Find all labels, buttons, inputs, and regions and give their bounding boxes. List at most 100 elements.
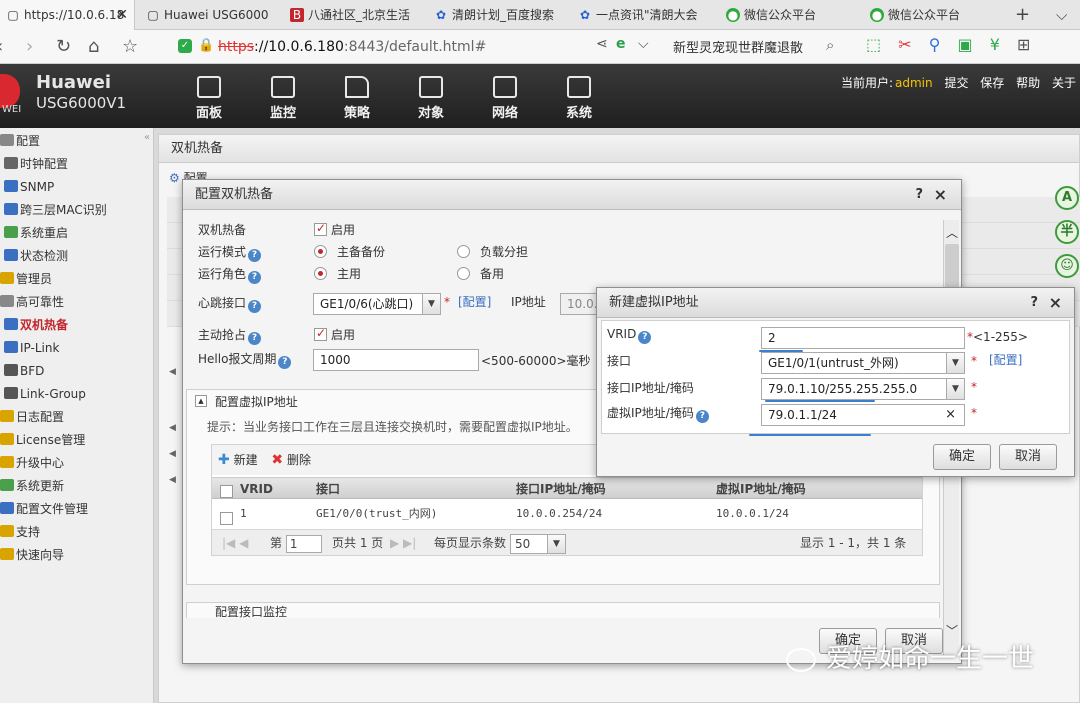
sidebar-item[interactable]: 配置 [0,130,40,152]
ok-button[interactable]: 确定 [933,444,991,470]
half-width-icon[interactable]: 半 [1055,220,1079,244]
game-icon[interactable]: ▣ [958,35,973,54]
sidebar-item[interactable]: License管理 [0,429,85,451]
help-icon[interactable]: ? [278,356,292,369]
money-icon[interactable]: ¥ [990,35,1000,54]
chevron-down-icon[interactable]: ▼ [946,353,964,373]
sidebar-item[interactable]: BFD [4,360,44,382]
hello-period-input[interactable]: 1000 [313,349,479,371]
checkbox[interactable] [220,485,233,498]
collapse-icon[interactable]: « [144,132,150,143]
sidebar-item[interactable]: 高可靠性 [0,291,64,313]
sidebar-item[interactable]: 日志配置 [0,406,64,428]
chevron-down-icon[interactable]: ▼ [946,379,964,399]
sidebar-item[interactable]: 快速向导 [0,544,64,566]
first-page-icon[interactable]: |◀ ◀ [222,530,248,556]
reload-icon[interactable]: ↻ [56,36,71,58]
sidebar-item[interactable]: 系统重启 [4,222,68,244]
help-icon[interactable]: ? [248,332,262,345]
checkbox[interactable] [314,326,327,341]
sidebar-item[interactable]: 系统更新 [0,475,64,497]
help-icon[interactable]: ? [248,271,262,284]
chevron-up-icon[interactable]: ︿ [946,224,958,241]
browser-tab[interactable]: ✿ 清朗计划_百度搜索 [428,0,568,30]
delete-button[interactable]: ✖ 删除 [271,452,311,468]
help-link[interactable]: 帮助 [1016,76,1040,90]
help-button[interactable]: ? [1030,288,1038,318]
heartbeat-config-link[interactable]: [配置] [458,293,491,310]
menu-policy[interactable]: 策略 [334,76,380,121]
submit-link[interactable]: 提交 [944,76,968,90]
close-icon[interactable]: ✕ [116,0,128,30]
sidebar-item[interactable]: SNMP [4,176,54,198]
close-button[interactable]: × [934,180,947,210]
collapse-icon[interactable]: ▲ [195,395,207,407]
browser-tab[interactable]: B 八通社区_北京生活 [284,0,424,30]
sidebar-item[interactable]: 支持 [0,521,40,543]
help-icon[interactable]: ? [695,410,709,423]
extension-icon[interactable]: ⬚ [866,35,881,54]
table-row[interactable]: 1 GE1/0/0(trust_内网) 10.0.0.254/24 10.0.0… [212,501,922,527]
sidebar-item[interactable]: 状态检测 [4,245,68,267]
page-input[interactable]: 1 [285,534,322,553]
apps-grid-icon[interactable]: ⊞ [1017,35,1030,54]
select-all-checkbox[interactable] [220,481,237,501]
insecure-lock-icon[interactable]: 🔒 [198,38,214,53]
heartbeat-select[interactable]: GE1/0/6(心跳口) ▼ [313,293,441,315]
menu-network[interactable]: 网络 [482,76,528,121]
help-button[interactable]: ? [915,180,923,210]
help-icon[interactable]: ? [248,249,262,262]
help-icon[interactable]: ? [638,331,652,344]
sidebar-item[interactable]: IP-Link [4,337,59,359]
column-header[interactable]: 接口IP地址/掩码 [516,478,606,498]
back-icon[interactable]: ‹ [0,36,3,58]
browser-tab[interactable]: ● 微信公众平台 [720,0,860,30]
ie-mode-icon[interactable]: e [616,36,626,52]
sidebar-item[interactable]: Link-Group [4,383,86,405]
radio[interactable] [314,245,327,258]
browser-tab[interactable]: ● 微信公众平台 [864,0,1004,30]
chevron-down-icon[interactable]: ▼ [547,534,565,553]
checkbox[interactable] [220,512,233,525]
vrid-input[interactable]: 2 [761,327,965,349]
column-header[interactable]: 虚拟IP地址/掩码 [716,478,806,498]
forward-icon[interactable]: › [26,36,33,58]
browser-tab[interactable]: ▢ https://10.0.6.18 ✕ [0,0,135,30]
chevron-down-icon[interactable]: ⌵ [638,36,649,52]
interface-select[interactable]: GE1/0/1(untrust_外网) ▼ [761,352,965,374]
sidebar-item[interactable]: 跨三层MAC识别 [4,199,107,221]
role-master-radio[interactable]: 主用 [314,265,361,282]
sidebar-item[interactable]: 时钟配置 [4,153,68,175]
mode-load-share-radio[interactable]: 负载分担 [457,243,528,260]
search-input[interactable]: 新型灵宠现世群魔退散 [673,37,803,56]
column-header[interactable]: 接口 [316,478,340,498]
menu-dashboard[interactable]: 面板 [186,76,232,121]
ip-field[interactable]: 10.0.1 [560,293,600,315]
font-tool-icon[interactable]: A [1055,186,1079,210]
role-backup-radio[interactable]: 备用 [457,265,504,282]
browser-tab[interactable]: ✿ 一点资讯"清朗大会 [572,0,712,30]
next-page-icon[interactable]: ▶ ▶| [390,530,416,556]
home-icon[interactable]: ⌂ [88,36,99,58]
cancel-button[interactable]: 取消 [999,444,1057,470]
column-header[interactable]: VRID [240,478,273,498]
url-input[interactable]: https://10.0.6.180:8443/default.html# [218,35,708,59]
tab-menu-icon[interactable]: ⌵ [1056,0,1067,30]
preempt-enable[interactable]: 启用 [314,326,355,343]
sidebar-item[interactable]: 管理员 [0,268,52,290]
interface-monitor-section[interactable]: 配置接口监控 [186,602,940,618]
interface-ip-select[interactable]: 79.0.1.10/255.255.255.0 ▼ [761,378,965,400]
radio[interactable] [457,267,470,280]
chevron-down-icon[interactable]: ﹀ [946,622,958,639]
close-button[interactable]: × [1049,288,1062,318]
checkbox[interactable] [314,221,327,236]
new-button[interactable]: ✚ 新建 [218,452,258,468]
search-icon[interactable]: ⌕ [826,36,834,54]
star-icon[interactable]: ☆ [122,36,138,58]
radio[interactable] [457,245,470,258]
menu-object[interactable]: 对象 [408,76,454,121]
magnifier-icon[interactable]: ⚲ [929,35,941,54]
clear-icon[interactable]: × [945,405,956,425]
sidebar-item[interactable]: 配置文件管理 [0,498,88,520]
help-icon[interactable]: ? [248,300,262,313]
